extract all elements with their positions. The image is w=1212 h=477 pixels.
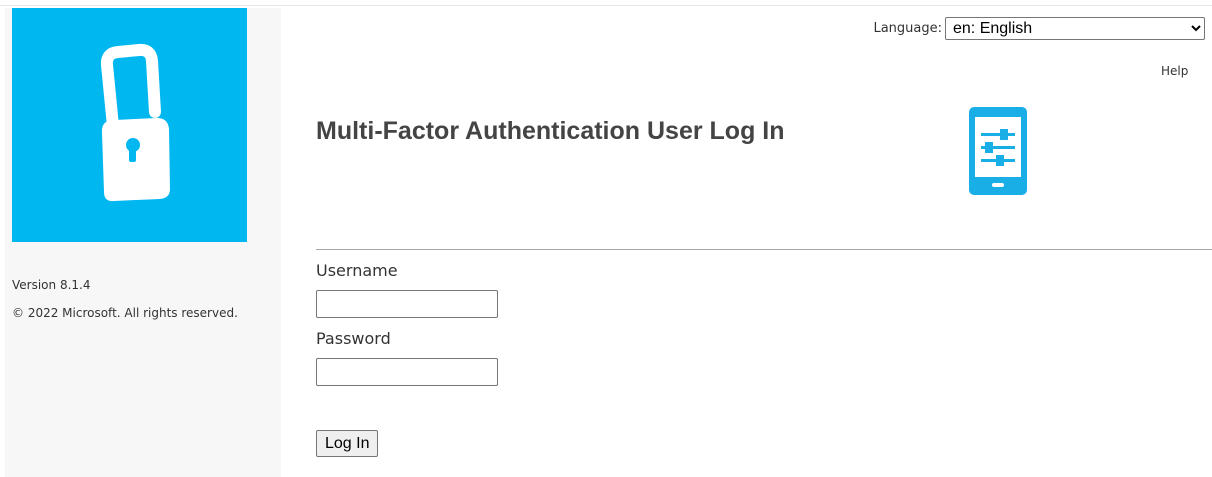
password-label: Password	[316, 329, 391, 348]
version-text: Version 8.1.4	[12, 278, 91, 292]
language-label: Language:	[873, 21, 942, 36]
help-link[interactable]: Help	[1161, 64, 1188, 78]
top-border	[0, 5, 1212, 6]
brand-tile	[12, 8, 247, 242]
sidebar: Version 8.1.4 © 2022 Microsoft. All righ…	[5, 8, 281, 477]
username-label: Username	[316, 261, 398, 280]
copyright-text: © 2022 Microsoft. All rights reserved.	[12, 306, 238, 320]
language-selector: Language: en: English	[873, 17, 1205, 40]
password-input[interactable]	[316, 358, 498, 386]
language-select[interactable]: en: English	[945, 17, 1205, 40]
username-input[interactable]	[316, 290, 498, 318]
login-button[interactable]: Log In	[316, 430, 379, 457]
divider	[316, 249, 1212, 250]
phone-settings-icon	[969, 107, 1027, 195]
phone-padlock-icon	[100, 43, 170, 202]
page-title: Multi-Factor Authentication User Log In	[316, 117, 785, 145]
